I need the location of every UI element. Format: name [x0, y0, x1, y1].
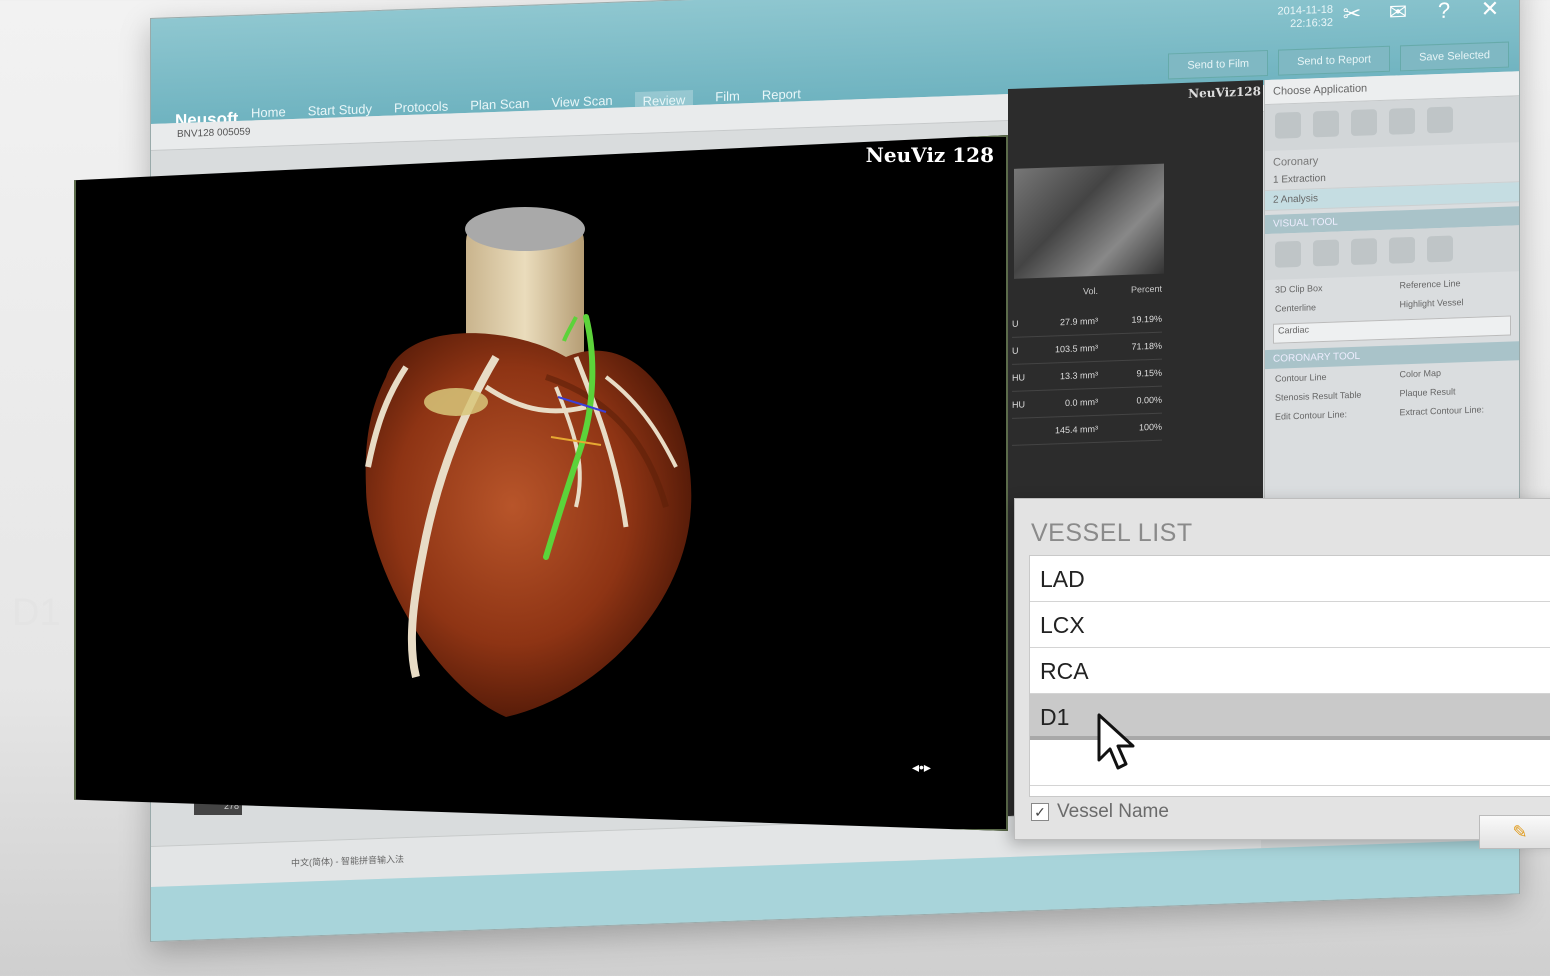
heart-rendering	[365, 207, 692, 717]
plaque-table: Vol. Percent U 27.9 mm³ 19.19% U 103.5 m…	[1012, 284, 1162, 446]
edit-button[interactable]: ✎	[1479, 815, 1550, 849]
viewport-logo: NeuViz 128	[865, 143, 994, 167]
3d-viewport[interactable]: NeuViz 128 ◂•▸	[74, 135, 1008, 831]
help-icon[interactable]: ?	[1431, 0, 1457, 24]
input-method: 中文(简体) - 智能拼音输入法	[291, 854, 404, 869]
check-centerline[interactable]: Centerline	[1265, 296, 1385, 318]
vessel-list-panel: VESSEL LIST LAD LCX RCA D1 ✓ Vessel Name…	[1014, 498, 1550, 849]
extract-contour-label: Extract Contour Line:	[1399, 404, 1484, 418]
close-icon[interactable]: ✕	[1477, 0, 1503, 23]
vessel-name-label: Vessel Name	[1057, 801, 1169, 822]
front-view-icon[interactable]	[1313, 239, 1339, 267]
case-id: BNV128 005059	[177, 126, 251, 141]
vessel-item-rca[interactable]: RCA	[1030, 648, 1550, 694]
panel-logo: NeuViz128	[1188, 84, 1261, 101]
heart-app-icon[interactable]	[1389, 107, 1415, 135]
mouse-cursor-icon	[1097, 713, 1135, 770]
send-to-report-button[interactable]: Send to Report	[1278, 45, 1391, 76]
vessel-name-checkbox[interactable]: ✓	[1031, 803, 1049, 821]
save-selected-button[interactable]: Save Selected	[1400, 41, 1509, 72]
pencil-icon: ✎	[1512, 822, 1528, 842]
mail-icon[interactable]: ✉	[1385, 0, 1411, 26]
vessel-name-toggle[interactable]: ✓ Vessel Name	[1031, 801, 1169, 823]
layers-icon[interactable]	[1275, 111, 1301, 139]
rotate-icon[interactable]	[1389, 236, 1415, 264]
side-view-icon[interactable]	[1351, 238, 1377, 266]
ct-slice-image	[1014, 163, 1164, 279]
brain-icon[interactable]	[1351, 109, 1377, 137]
vessel-item-lcx[interactable]: LCX	[1030, 602, 1550, 648]
col-percent: Percent	[1130, 283, 1162, 295]
ghost-vessel-label: D1	[12, 592, 61, 634]
preset-select[interactable]: Cardiac	[1273, 315, 1511, 344]
vessel-item-lad[interactable]: LAD	[1030, 556, 1550, 602]
heart-view-icon[interactable]	[1275, 240, 1301, 268]
vessel-tool-icon[interactable]	[1313, 110, 1339, 138]
window-controls: ✂ ✉ ? ✕	[1339, 0, 1503, 27]
table-row: 145.4 mm³ 100%	[1012, 413, 1162, 446]
clock-time: 22:16:32	[1290, 16, 1333, 31]
move-icon[interactable]: ◂•▸	[912, 759, 931, 776]
vessel-list-title: VESSEL LIST	[1031, 519, 1193, 547]
check-highlight-vessel[interactable]: Highlight Vessel	[1389, 292, 1509, 314]
grid-layout-icon[interactable]	[1427, 106, 1453, 134]
send-to-film-button[interactable]: Send to Film	[1168, 49, 1269, 80]
edit-contour-label: Edit Contour Line:	[1275, 409, 1348, 422]
clock: 2014-11-18 22:16:32	[1278, 4, 1333, 32]
col-vol: Vol.	[1082, 285, 1098, 297]
layout-icon[interactable]	[1427, 235, 1453, 263]
tools-icon[interactable]: ✂	[1339, 1, 1365, 28]
